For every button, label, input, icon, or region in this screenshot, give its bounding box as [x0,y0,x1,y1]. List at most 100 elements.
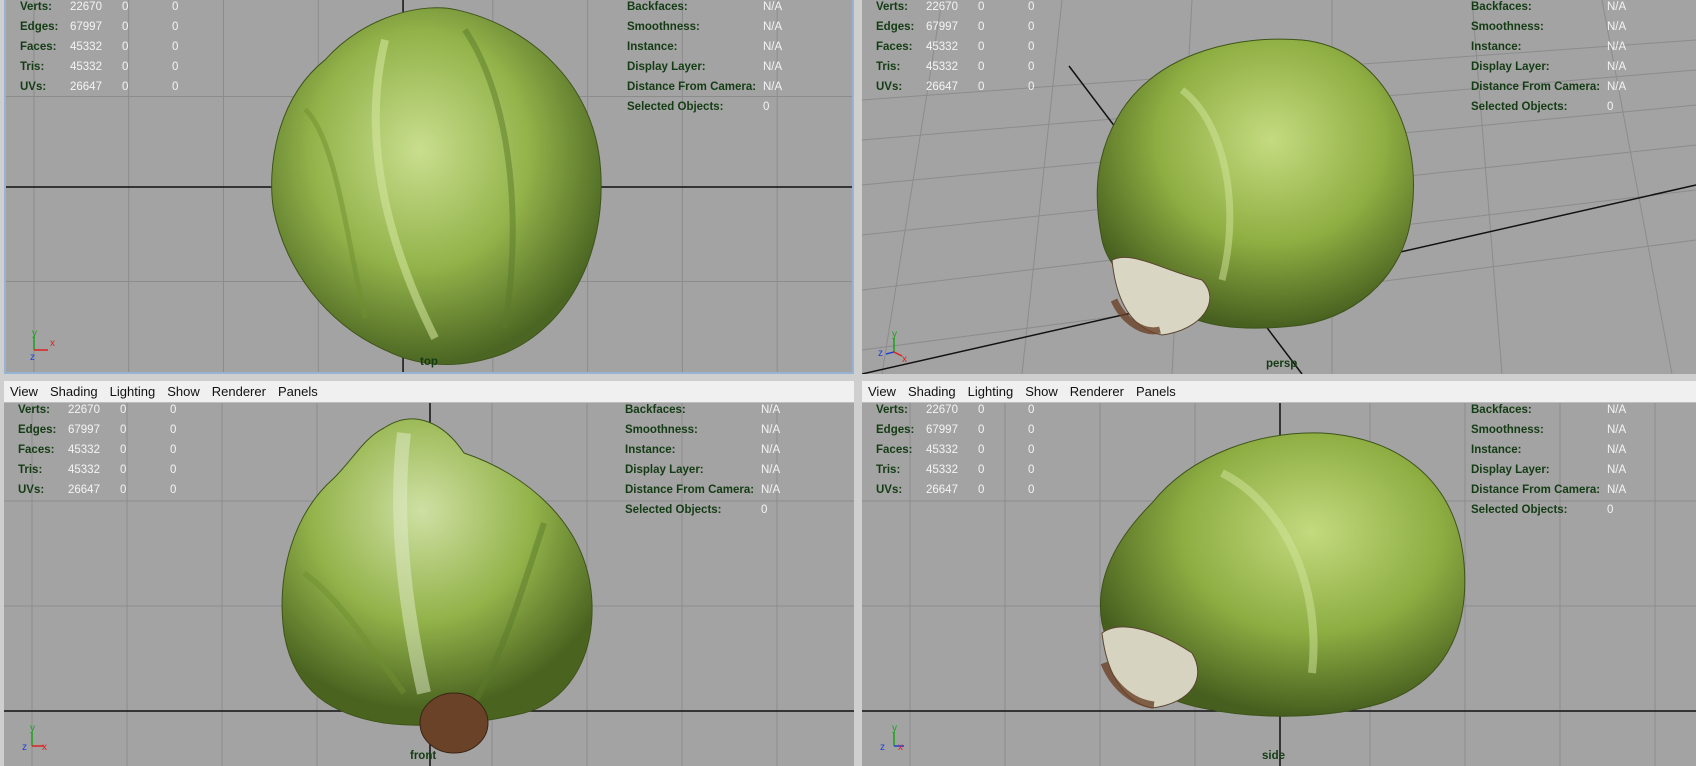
hud-row-edges: Edges: 67997 0 0 [20,17,192,37]
hud-label: Backfaces: [625,404,686,416]
hud-label: Faces: [20,41,57,53]
hud-value: 45332 [70,41,102,53]
hud-value: 45332 [70,61,102,73]
hud-value: 0 [170,424,177,436]
hud-row-faces: Faces: 45332 0 0 [20,37,192,57]
menu-renderer[interactable]: Renderer [212,384,266,399]
hud-value: 0 [120,404,127,416]
hud-row-display-layer: Display Layer: N/A [625,460,780,480]
menu-panels[interactable]: Panels [278,384,318,399]
menu-view[interactable]: View [10,384,38,399]
hud-label: Tris: [20,61,45,73]
hud-label: Verts: [876,1,908,13]
hud-value: 0 [978,41,985,53]
viewport-side[interactable]: View Shading Lighting Show Renderer Pane… [862,381,1696,766]
hud-label: Instance: [625,444,676,456]
hud-label: Faces: [876,444,913,456]
hud-row-display-layer: Display Layer: N/A [1471,57,1626,77]
menu-lighting[interactable]: Lighting [110,384,156,399]
menu-view[interactable]: View [868,384,896,399]
hud-value: N/A [1607,444,1627,456]
menu-shading[interactable]: Shading [908,384,956,399]
hud-label: Faces: [18,444,55,456]
hud-value: 22670 [926,1,958,13]
camera-label: side [1262,750,1286,762]
menu-panels[interactable]: Panels [1136,384,1176,399]
hud-value: 0 [170,444,177,456]
hud-row-tris: Tris: 45332 0 0 [20,57,192,77]
hud-label: UVs: [20,81,47,93]
hud-value: N/A [1607,404,1627,416]
hud-value: N/A [763,81,783,93]
axis-gizmo-icon: y x z [20,326,56,363]
hud-label: Faces: [876,41,913,53]
hud-value: N/A [763,21,783,33]
hud-label: Selected Objects: [1471,101,1568,113]
viewport-top[interactable]: Verts: 22670 0 0 Edges: 67997 0 0 Faces: 45332 0… [4,0,854,374]
hud-row-smoothness: Smoothness: N/A [1471,17,1626,37]
hud-label: UVs: [876,81,903,93]
hud-poly-count: Verts: 22670 0 0 Edges: 67997 0 0 Faces: 45332 0… [876,0,1048,97]
hud-value: N/A [1607,1,1627,13]
hud-label: Edges: [876,424,915,436]
menu-renderer[interactable]: Renderer [1070,384,1124,399]
hud-value: 67997 [70,21,102,33]
menu-lighting[interactable]: Lighting [968,384,1014,399]
hud-row-uvs: UVs: 26647 0 0 [876,77,1048,97]
hud-row-distance: Distance From Camera: N/A [1471,480,1626,500]
hud-value: 0 [122,61,129,73]
hud-label: UVs: [18,484,45,496]
hud-row-display-layer: Display Layer: N/A [1471,460,1626,480]
hud-label: Tris: [18,464,43,476]
hud-label: Display Layer: [627,61,706,73]
hud-value: 0 [122,81,129,93]
menu-show[interactable]: Show [1025,384,1058,399]
viewport-front[interactable]: View Shading Lighting Show Renderer Pane… [4,381,854,766]
hud-value: 0 [170,484,177,496]
hud-label: Distance From Camera: [1471,81,1601,93]
hud-label: Display Layer: [625,464,704,476]
hud-label: Distance From Camera: [625,484,755,496]
axis-label: z [880,742,885,753]
hud-row-instance: Instance: N/A [627,37,782,57]
hud-value: N/A [761,424,781,436]
hud-value: 0 [172,1,179,13]
hud-value: 0 [122,21,129,33]
axis-label: x [902,354,907,364]
hud-value: 45332 [926,61,958,73]
hud-label: Verts: [20,1,52,13]
hud-value: 0 [1028,41,1035,53]
camera-label: front [410,750,437,762]
viewport-persp[interactable]: Verts: 22670 0 0 Edges: 67997 0 0 Faces: 45332 0… [862,0,1696,374]
camera-label: top [420,356,438,368]
hud-row-tris: Tris: 45332 0 0 [876,57,1048,77]
hud-row-verts: Verts: 22670 0 0 [876,400,1048,420]
hud-row-backfaces: Backfaces: N/A [1471,400,1626,420]
hud-object-details: Backfaces: N/A Smoothness: N/A Instance: N/… [1471,400,1626,520]
hud-value: 0 [1028,424,1035,436]
hud-value: N/A [763,1,783,13]
hud-row-uvs: UVs: 26647 0 0 [18,480,190,500]
axis-label: z [878,348,883,359]
axis-gizmo-icon: y z x [876,328,912,365]
hud-row-distance: Distance From Camera: N/A [1471,77,1626,97]
menu-show[interactable]: Show [167,384,200,399]
hud-row-backfaces: Backfaces: N/A [627,0,782,17]
hud-row-instance: Instance: N/A [625,440,780,460]
hud-value: 0 [1028,484,1035,496]
hud-row-backfaces: Backfaces: N/A [1471,0,1626,17]
hud-value: 0 [172,41,179,53]
hud-value: 0 [978,404,985,416]
hud-value: 0 [978,81,985,93]
hud-label: Instance: [1471,41,1522,53]
hud-label: Tris: [876,464,901,476]
hud-row-edges: Edges: 67997 0 0 [876,420,1048,440]
hud-label: Distance From Camera: [1471,484,1601,496]
hud-row-smoothness: Smoothness: N/A [627,17,782,37]
hud-value: 0 [172,21,179,33]
lettuce-mesh [281,418,593,726]
axis-gizmo-icon: y z x [876,720,912,756]
hud-value: 0 [122,1,129,13]
menu-shading[interactable]: Shading [50,384,98,399]
hud-value: 0 [120,464,127,476]
